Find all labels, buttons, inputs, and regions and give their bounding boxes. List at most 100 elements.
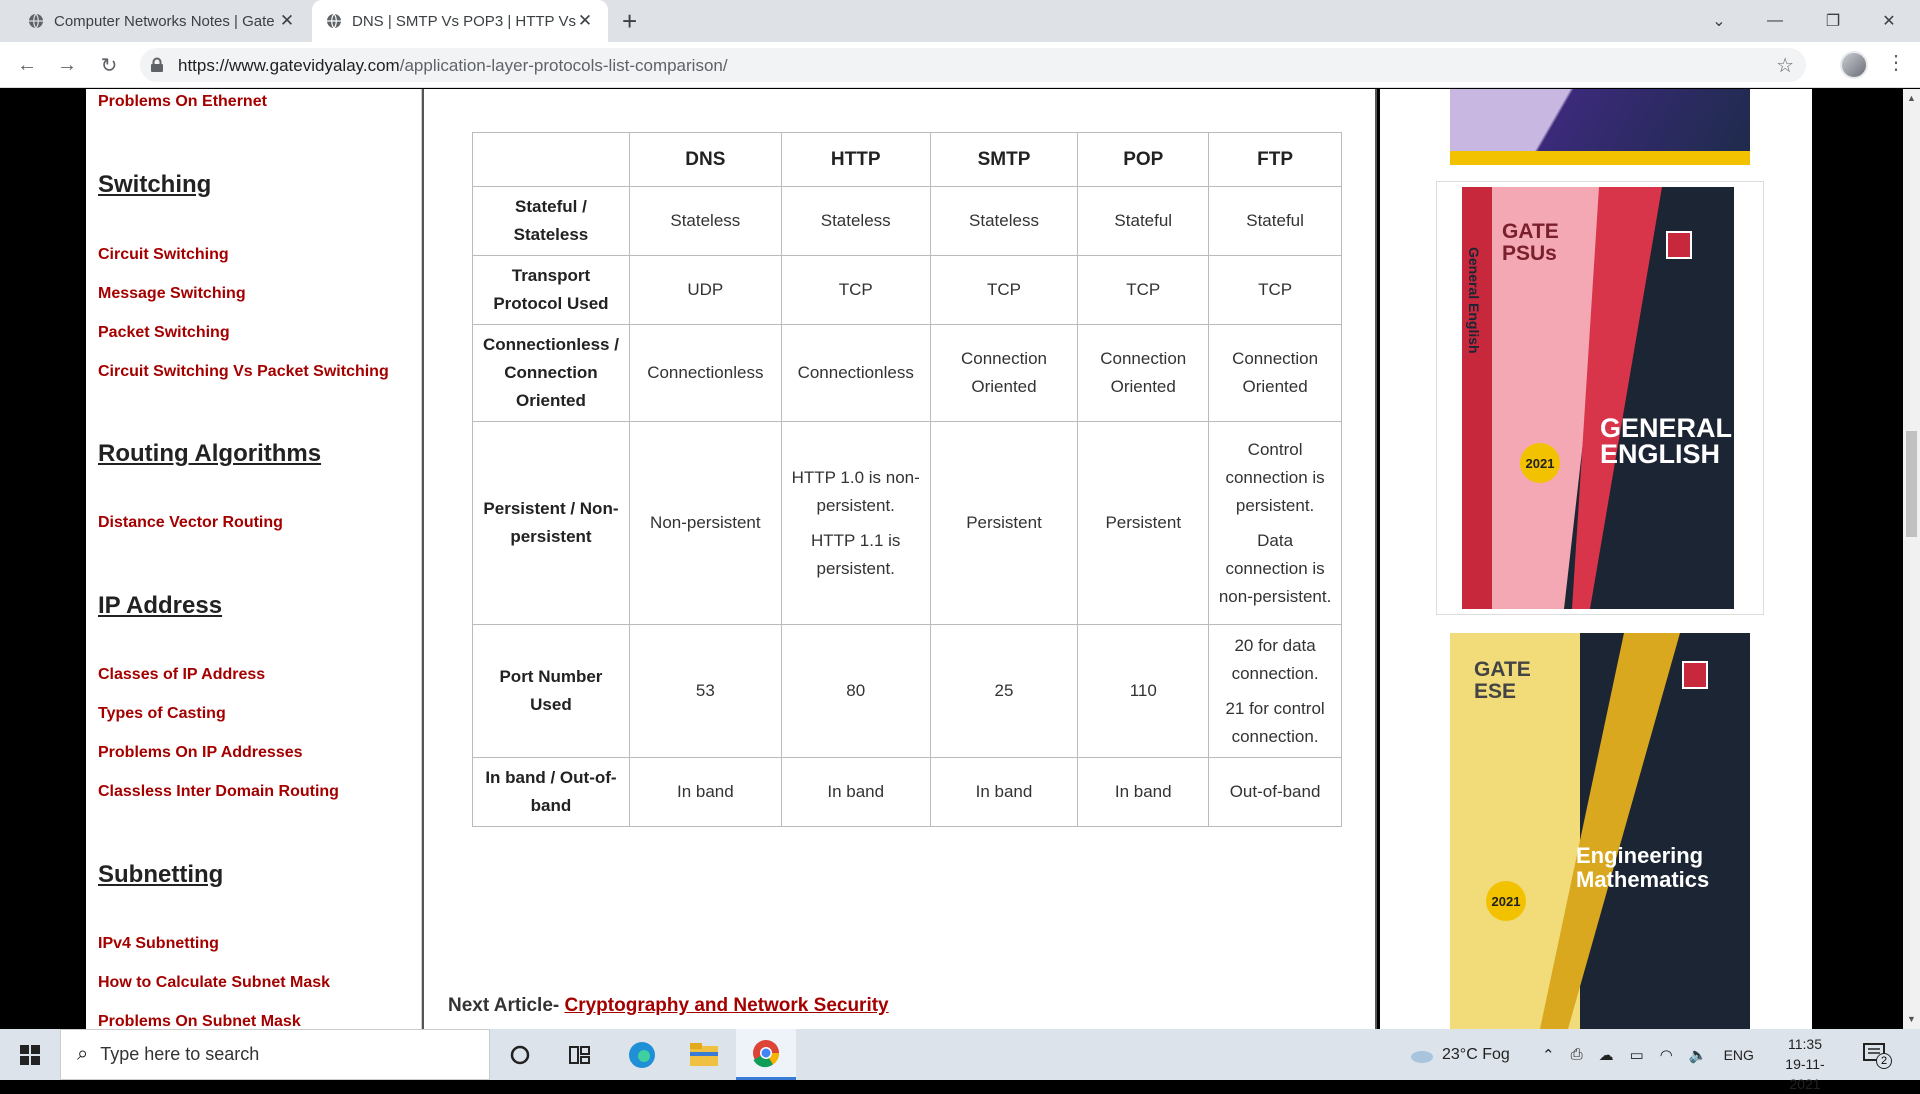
table-cell: 25 [929,624,1079,758]
table-cell: In band [1077,757,1210,827]
table-cell: Control connection is persistent. Data co… [1208,421,1342,625]
chevron-up-icon[interactable]: ⌃ [1542,1046,1555,1064]
table-cell: Stateful [1208,186,1342,256]
wifi-icon[interactable]: ◠ [1660,1046,1673,1064]
sidebar-link[interactable]: Classless Inter Domain Routing [98,783,339,801]
sidebar: Problems On Ethernet Switching Circuit S… [86,89,422,1029]
table-cell: In band [929,757,1079,827]
table-cell: TCP [780,255,931,325]
sidebar-link[interactable]: IPv4 Subnetting [98,935,219,953]
bookmark-star-icon[interactable]: ☆ [1776,53,1794,78]
sidebar-link[interactable]: Message Switching [98,285,246,303]
sidebar-heading-routing[interactable]: Routing Algorithms [98,440,321,468]
cell-paragraph: Stateless [670,211,741,230]
row-label: Persistent / Non-persistent [472,421,630,625]
table-cell: TCP [929,255,1079,325]
cell-paragraph: Control connection is persistent. [1225,439,1325,515]
sidebar-link[interactable]: Circuit Switching [98,246,229,264]
browser-menu-icon[interactable]: ⋮ [1886,50,1906,75]
cell-paragraph: TCP [1126,280,1161,299]
scroll-down-icon[interactable]: ▼ [1907,1014,1916,1024]
close-tab-icon[interactable]: ✕ [576,11,594,31]
sidebar-link[interactable]: Circuit Switching Vs Packet Switching [98,363,389,381]
cell-paragraph: Stateful [1114,211,1173,230]
start-button[interactable] [0,1029,60,1080]
cell-paragraph: Stateless [969,211,1039,230]
profile-avatar[interactable] [1840,51,1868,79]
sidebar-link[interactable]: Classes of IP Address [98,666,265,684]
table-cell: Stateless [628,186,782,256]
tab-search-icon[interactable]: ⌄ [1696,0,1742,42]
close-tab-icon[interactable]: ✕ [278,11,296,31]
cell-paragraph: HTTP 1.1 is persistent. [810,530,901,578]
tab-computer-networks-notes[interactable]: Computer Networks Notes | Gate Vidyalay … [14,0,310,42]
taskbar-search-box[interactable]: ⌕ Type here to search [60,1029,490,1080]
scrollbar-thumb[interactable] [1906,431,1917,537]
book-ad-top[interactable] [1450,89,1750,165]
sidebar-heading-ip-address[interactable]: IP Address [98,592,222,620]
chrome-icon[interactable] [736,1029,796,1080]
scroll-up-icon[interactable]: ▲ [1907,93,1916,103]
reload-button[interactable]: ↻ [94,50,124,80]
sidebar-link[interactable]: Problems On Subnet Mask [98,1013,301,1029]
cell-paragraph: 25 [994,681,1014,700]
protocol-comparison-table: DNS HTTP SMTP POP FTP Stateful / Statele… [472,132,1342,827]
sidebar-link[interactable]: Problems On IP Addresses [98,744,303,762]
cell-paragraph: In band [1114,782,1172,801]
cortana-icon[interactable] [490,1029,550,1080]
table-cell: 20 for data connection. 21 for control co… [1208,624,1342,758]
edge-icon[interactable] [612,1029,672,1080]
tab-dns-smtp-pop3[interactable]: DNS | SMTP Vs POP3 | HTTP Vs FTP ✕ [312,0,608,42]
network-device-icon[interactable]: ⎙ [1571,1046,1583,1063]
onedrive-icon[interactable]: ☁ [1599,1046,1614,1064]
search-placeholder: Type here to search [100,1044,260,1064]
task-view-icon[interactable] [550,1029,610,1080]
cell-paragraph: 80 [846,681,866,700]
cell-paragraph: Connection Oriented [1232,349,1319,396]
globe-icon [327,13,341,29]
sidebar-link[interactable]: Packet Switching [98,324,230,342]
sidebar-heading-switching[interactable]: Switching [98,171,211,199]
clock[interactable]: 11:35 19-11-2021 [1770,1034,1840,1094]
book-title-1: Engineering [1576,843,1704,868]
close-window-button[interactable]: ✕ [1866,0,1912,42]
year-seal: 2021 [1486,881,1526,921]
book-ad-engineering-mathematics[interactable]: GATE ESE Engineering Mathematics 2021 [1450,633,1750,1029]
sidebar-link[interactable]: Distance Vector Routing [98,514,283,532]
cloud-icon [1411,1050,1433,1063]
new-tab-button[interactable]: + [622,6,637,37]
cell-paragraph: 20 for data connection. [1231,635,1319,683]
weather-widget[interactable]: 23°C Fog [1408,1029,1510,1080]
publisher-logo-icon [1682,661,1708,689]
book-title-2: ENGLISH [1600,439,1721,469]
row-label: Transport Protocol Used [472,255,630,325]
next-article-prefix: Next Article- [448,995,560,1016]
cell-paragraph: Persistent [1105,513,1182,532]
page-scrollbar[interactable]: ▲ ▼ [1903,89,1920,1029]
sidebar-heading-subnetting[interactable]: Subnetting [98,861,223,889]
restore-button[interactable]: ❐ [1810,0,1856,42]
cell-paragraph: In band [827,782,885,801]
cell-paragraph: 53 [695,681,715,700]
back-button[interactable]: ← [12,50,42,80]
sidebar-link[interactable]: How to Calculate Subnet Mask [98,974,330,992]
battery-icon[interactable]: ▭ [1630,1046,1644,1064]
next-article-link[interactable]: Cryptography and Network Security [565,995,889,1016]
cell-paragraph: In band [676,782,734,801]
table-cell: Stateful [1077,186,1210,256]
address-bar[interactable]: https://www.gatevidyalay.com/application… [140,48,1806,82]
volume-icon[interactable]: 🔈 [1689,1046,1708,1064]
table-header-cell: DNS [628,132,782,187]
table-header-row: DNS HTTP SMTP POP FTP [472,132,1342,187]
sidebar-link[interactable]: Types of Casting [98,705,226,723]
minimize-button[interactable]: — [1752,0,1798,42]
language-indicator[interactable]: ENG [1724,1047,1754,1063]
file-explorer-icon[interactable] [674,1029,734,1080]
book-ad-general-english[interactable]: GATE PSUs General English GENERAL ENGLIS… [1462,187,1734,609]
cell-paragraph: Data connection is non-persistent. [1218,530,1332,606]
table-cell: Connection Oriented [1208,324,1342,422]
forward-button[interactable]: → [52,50,82,80]
notification-center-icon[interactable]: 2 [1862,1041,1892,1069]
table-row: In band / Out-of-band In band In band In ba… [472,757,1342,827]
sidebar-link-problems-on-ethernet[interactable]: Problems On Ethernet [98,93,267,111]
